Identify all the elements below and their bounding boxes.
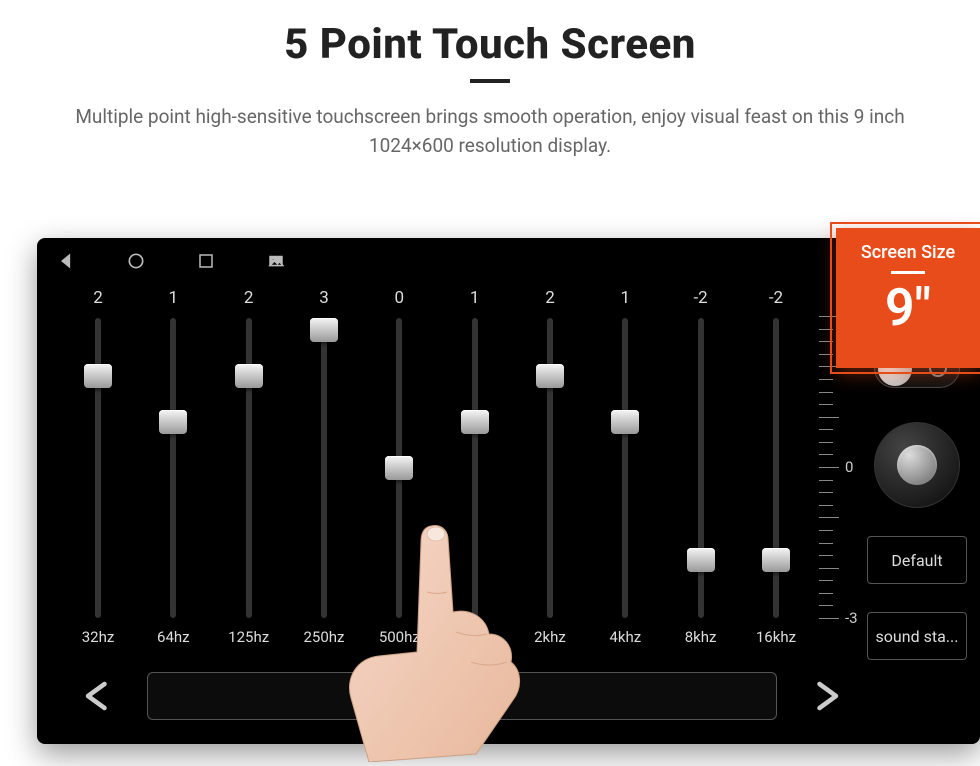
eq-band-250hz: 3 250hz [293, 288, 355, 658]
eq-band-value: -2 [769, 288, 783, 310]
scale-tick [819, 593, 833, 594]
eq-slider-thumb[interactable] [159, 410, 187, 434]
scale-tick [819, 341, 833, 342]
eq-slider-thumb[interactable] [84, 364, 112, 388]
eq-slider[interactable] [773, 318, 779, 618]
eq-band-freq: 64hz [157, 628, 190, 648]
hero-subtitle: Multiple point high-sensitive touchscree… [40, 103, 940, 160]
eq-band-freq: 500hz [379, 628, 420, 648]
eq-band-value: 2 [93, 288, 103, 310]
scale-tick [819, 505, 833, 506]
preset-row: Jazz [67, 668, 857, 724]
scale-tick [819, 568, 839, 569]
scale-tick [819, 404, 833, 405]
eq-band-32hz: 2 32hz [67, 288, 129, 658]
eq-slider[interactable] [547, 318, 553, 618]
scale-tick [819, 480, 833, 481]
equalizer-area: 2 32hz 1 64hz 2 125hz 3 250hz 0 500hz 1 1khz 2 2khz 1 4… [67, 288, 807, 658]
screen-size-badge: Screen Size 9" [836, 228, 980, 368]
eq-slider[interactable] [246, 318, 252, 618]
eq-slider[interactable] [170, 318, 176, 618]
badge-label: Screen Size [840, 242, 976, 263]
eq-band-1khz: 1 1khz [444, 288, 506, 658]
eq-slider-thumb[interactable] [461, 410, 489, 434]
eq-band-64hz: 1 64hz [142, 288, 204, 658]
eq-band-8khz: -2 8khz [670, 288, 732, 658]
eq-slider[interactable] [698, 318, 704, 618]
eq-band-125hz: 2 125hz [218, 288, 280, 658]
home-icon[interactable] [125, 250, 147, 272]
scale-tick [819, 467, 839, 468]
eq-band-value: 0 [395, 288, 405, 310]
scale-tick [819, 392, 833, 393]
eq-band-2khz: 2 2khz [519, 288, 581, 658]
preset-current[interactable]: Jazz [147, 672, 777, 720]
eq-band-500hz: 0 500hz [368, 288, 430, 658]
eq-band-freq: 8khz [685, 628, 717, 648]
eq-slider[interactable] [472, 318, 478, 618]
scale-tick [819, 492, 833, 493]
sound-stage-button[interactable]: sound sta... [867, 612, 967, 660]
eq-band-value: 1 [621, 288, 631, 310]
scale-tick [819, 530, 833, 531]
eq-band-4khz: 1 4khz [594, 288, 656, 658]
scale-label-mid: 0 [845, 458, 853, 476]
eq-band-freq: 4khz [609, 628, 641, 648]
recent-icon[interactable] [195, 250, 217, 272]
scale-tick [819, 329, 833, 330]
eq-band-value: 2 [545, 288, 555, 310]
eq-slider-thumb[interactable] [762, 548, 790, 572]
eq-band-value: 2 [244, 288, 254, 310]
scale-tick [819, 454, 833, 455]
eq-band-value: 3 [319, 288, 329, 310]
eq-band-freq: 2khz [534, 628, 566, 648]
eq-band-freq: 125hz [228, 628, 269, 648]
title-underline [470, 79, 510, 83]
scale-tick [819, 429, 833, 430]
eq-slider[interactable] [321, 318, 327, 618]
scale-tick [819, 442, 833, 443]
eq-band-freq: 1khz [459, 628, 491, 648]
eq-slider[interactable] [95, 318, 101, 618]
balance-button[interactable] [874, 422, 960, 508]
eq-slider-thumb[interactable] [687, 548, 715, 572]
eq-band-16khz: -2 16khz [745, 288, 807, 658]
scale-label-bot: -3 [845, 609, 858, 627]
eq-slider-thumb[interactable] [310, 318, 338, 342]
scale-tick [819, 417, 839, 418]
back-icon[interactable] [55, 250, 77, 272]
eq-slider-thumb[interactable] [235, 364, 263, 388]
eq-slider[interactable] [622, 318, 628, 618]
eq-band-value: -2 [693, 288, 707, 310]
badge-divider [891, 271, 925, 274]
balance-knob-icon [897, 445, 937, 485]
eq-slider-thumb[interactable] [611, 410, 639, 434]
gallery-icon[interactable] [265, 250, 287, 272]
badge-value: 9" [840, 282, 976, 334]
hero-title: 5 Point Touch Screen [0, 20, 980, 69]
eq-slider-thumb[interactable] [385, 456, 413, 480]
scale-tick [819, 618, 839, 619]
eq-band-freq: 250hz [303, 628, 344, 648]
eq-band-freq: 32hz [82, 628, 115, 648]
eq-slider[interactable] [396, 318, 402, 618]
default-button[interactable]: Default [867, 536, 967, 584]
scale-tick [819, 379, 833, 380]
eq-band-value: 1 [169, 288, 179, 310]
scale-tick [819, 543, 833, 544]
scale-tick [819, 517, 839, 518]
eq-slider-thumb[interactable] [536, 364, 564, 388]
scale-tick [819, 354, 833, 355]
eq-band-freq: 16khz [756, 628, 796, 648]
scale-tick [819, 580, 833, 581]
scale-tick [819, 555, 833, 556]
eq-band-value: 1 [470, 288, 480, 310]
scale-tick [819, 605, 833, 606]
preset-prev-button[interactable] [67, 672, 127, 720]
preset-next-button[interactable] [797, 672, 857, 720]
